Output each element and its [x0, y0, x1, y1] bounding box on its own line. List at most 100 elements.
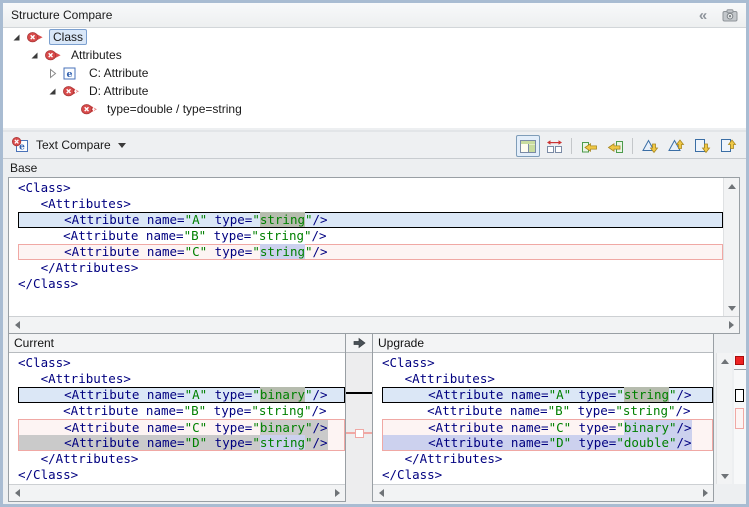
scroll-right-icon[interactable]	[697, 485, 713, 501]
tree-item[interactable]: Class	[3, 28, 746, 46]
code-line[interactable]: </Attributes>	[382, 451, 713, 467]
text-compare-toolbar	[516, 135, 740, 157]
swap-left-right-icon[interactable]	[542, 135, 566, 157]
svg-text:e: e	[66, 69, 72, 80]
chevron-down-icon	[118, 143, 126, 152]
expanded-arrow-icon[interactable]	[47, 86, 59, 97]
code-line[interactable]: <Attribute name="A" type="string"/>	[382, 387, 713, 403]
merge-gutter	[346, 333, 372, 502]
code-line[interactable]: <Attribute name="A" type="binary"/>	[18, 387, 345, 403]
conflict-change-icon	[45, 49, 62, 62]
code-line[interactable]: <Attribute name="B" type="string"/>	[382, 403, 713, 419]
base-vertical-scrollbar[interactable]	[723, 178, 739, 316]
collapsed-arrow-icon[interactable]	[47, 68, 59, 79]
next-difference-icon[interactable]	[638, 135, 662, 157]
next-change-icon[interactable]	[690, 135, 714, 157]
overview-marker-selected[interactable]	[735, 389, 744, 402]
upgrade-vertical-scrollbar[interactable]	[716, 353, 732, 484]
tree-item[interactable]: D: Attribute	[3, 82, 746, 100]
current-pane-label: Current	[14, 336, 54, 350]
upgrade-horizontal-scrollbar[interactable]	[373, 484, 713, 501]
base-pane-label: Base	[10, 161, 37, 175]
code-line[interactable]: <Attribute name="C" type="string"/>	[18, 244, 723, 260]
tree-item-label: Class	[49, 29, 87, 45]
code-line[interactable]: <Attributes>	[382, 371, 713, 387]
tree-item-label: type=double / type=string	[103, 101, 246, 117]
code-line[interactable]: <Attribute name="A" type="string"/>	[18, 212, 723, 228]
scroll-left-icon[interactable]	[9, 485, 25, 501]
current-code-area[interactable]: <Class> <Attributes> <Attribute name="A"…	[9, 353, 345, 484]
code-line[interactable]: <Class>	[18, 180, 723, 196]
code-line[interactable]: <Attribute name="C" type="binary"/>	[382, 419, 713, 435]
code-line[interactable]: <Attributes>	[18, 196, 723, 212]
copy-all-right-to-left-icon[interactable]	[577, 135, 601, 157]
conflict-change-icon	[27, 31, 44, 44]
conflict-add-icon	[81, 103, 98, 116]
code-line[interactable]: <Attribute name="C" type="binary"/>	[18, 419, 345, 435]
toolbar-separator	[632, 138, 633, 154]
code-line[interactable]: <Attribute name="B" type="string"/>	[18, 403, 345, 419]
code-line[interactable]: </Attributes>	[18, 451, 345, 467]
code-line[interactable]: </Class>	[382, 467, 713, 483]
tree-item[interactable]: type=double / type=string	[3, 100, 746, 118]
tree-item-label: D: Attribute	[85, 83, 152, 99]
upgrade-pane: Upgrade <Class> <Attributes> <Attribute …	[372, 333, 714, 502]
text-compare-icon: e	[12, 137, 29, 153]
code-line[interactable]: <Attribute name="B" type="string"/>	[18, 228, 723, 244]
upgrade-pane-header: Upgrade	[373, 334, 713, 353]
overview-marker-red[interactable]	[735, 356, 744, 365]
text-compare-header: e Text Compare	[3, 130, 746, 159]
text-compare-title: Text Compare	[36, 138, 111, 152]
conflict-add-icon	[63, 85, 80, 98]
scroll-down-icon[interactable]	[717, 468, 733, 484]
overview-divider	[734, 369, 746, 370]
code-line[interactable]: </Class>	[18, 467, 345, 483]
scroll-right-icon[interactable]	[723, 317, 739, 333]
scroll-left-icon[interactable]	[9, 317, 25, 333]
scroll-down-icon[interactable]	[724, 300, 739, 316]
copy-direction-icon[interactable]	[352, 337, 367, 349]
code-line[interactable]: <Attributes>	[18, 371, 345, 387]
tree-item[interactable]: eC: Attribute	[3, 64, 746, 82]
scroll-left-icon[interactable]	[373, 485, 389, 501]
current-pane-header: Current	[9, 334, 345, 353]
text-compare-viewer-switcher[interactable]: e Text Compare	[12, 137, 126, 153]
camera-icon[interactable]	[720, 5, 740, 25]
current-pane: Current <Class> <Attributes> <Attribute …	[8, 333, 346, 502]
base-horizontal-scrollbar[interactable]	[9, 316, 739, 333]
code-line[interactable]: <Class>	[18, 355, 345, 371]
scroll-right-icon[interactable]	[329, 485, 345, 501]
merge-handle[interactable]	[355, 429, 364, 438]
upgrade-code-area[interactable]: <Class> <Attributes> <Attribute name="A"…	[373, 353, 713, 484]
structure-compare-title: Structure Compare	[11, 8, 112, 22]
scroll-up-icon[interactable]	[724, 178, 739, 194]
structure-compare-actions: «	[693, 5, 740, 25]
tree-item-label: Attributes	[67, 47, 126, 63]
code-line[interactable]: </Attributes>	[18, 260, 723, 276]
upgrade-pane-label: Upgrade	[378, 336, 424, 350]
tree-item[interactable]: Attributes	[3, 46, 746, 64]
toolbar-separator	[571, 138, 572, 154]
expanded-arrow-icon[interactable]	[29, 50, 41, 61]
expanded-arrow-icon[interactable]	[11, 32, 23, 43]
code-line[interactable]: <Attribute name="D" type="double"/>	[382, 435, 713, 451]
diff-connector-selected	[346, 392, 372, 394]
overview-ruler[interactable]	[734, 353, 746, 484]
base-code-area[interactable]: <Class> <Attributes> <Attribute name="A"…	[9, 178, 739, 316]
base-pane: <Class> <Attributes> <Attribute name="A"…	[8, 177, 740, 334]
two-pane-layout-icon[interactable]	[516, 135, 540, 157]
current-horizontal-scrollbar[interactable]	[9, 484, 345, 501]
code-line[interactable]: </Class>	[18, 276, 723, 292]
bottom-compare-section: Current <Class> <Attributes> <Attribute …	[3, 333, 746, 504]
copy-current-right-to-left-icon[interactable]	[603, 135, 627, 157]
xml-element-icon: e	[63, 67, 80, 80]
gutter-header	[346, 333, 372, 353]
collapse-icon[interactable]: «	[693, 5, 713, 25]
code-line[interactable]: <Class>	[382, 355, 713, 371]
previous-difference-icon[interactable]	[664, 135, 688, 157]
previous-change-icon[interactable]	[716, 135, 740, 157]
overview-marker-conflict[interactable]	[735, 408, 744, 429]
structure-compare-tree: Class AttributeseC: AttributeD: Attribute…	[3, 28, 746, 128]
scroll-up-icon[interactable]	[717, 353, 733, 369]
code-line[interactable]: <Attribute name="D" type="string"/>	[18, 435, 345, 451]
